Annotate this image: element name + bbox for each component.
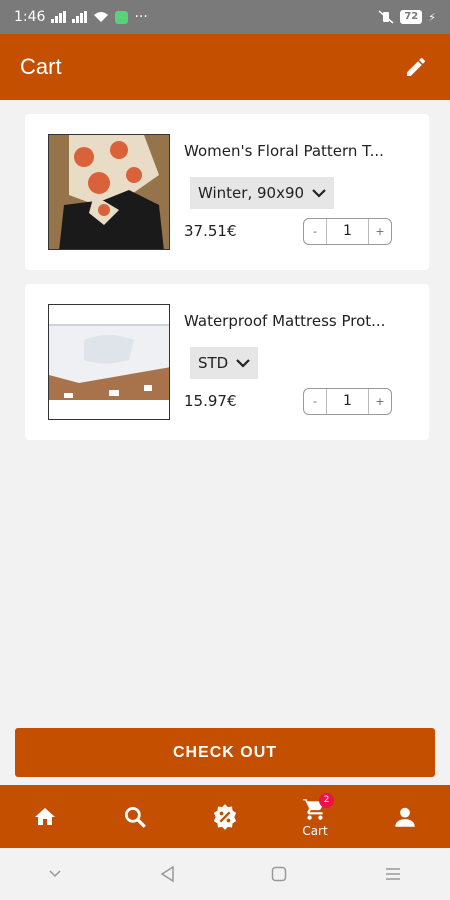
quantity-stepper: - 1 + <box>303 218 392 245</box>
back-icon[interactable] <box>159 865 175 883</box>
system-nav-bar <box>0 848 450 900</box>
wifi-icon <box>94 12 109 22</box>
variant-selector[interactable]: STD <box>190 347 259 379</box>
variant-label: Winter, 90x90 <box>198 184 305 202</box>
chevron-down-icon <box>236 359 251 368</box>
product-name[interactable]: Women's Floral Pattern T... <box>184 142 409 160</box>
product-price: 37.51€ <box>184 222 237 240</box>
decrease-quantity-button[interactable]: - <box>304 225 326 238</box>
nav-cart-label: Cart <box>302 823 328 838</box>
status-time: 1:46 <box>14 9 46 25</box>
product-image[interactable] <box>48 304 170 420</box>
checkout-button[interactable]: CHECK OUT <box>15 728 435 777</box>
nav-profile[interactable] <box>360 785 450 848</box>
pencil-icon <box>407 57 426 76</box>
cart-count-badge: 2 <box>319 793 334 808</box>
signal-icon <box>51 11 67 23</box>
app-bar: Cart <box>0 34 450 100</box>
charging-icon: ⚡ <box>428 10 436 24</box>
menu-lines-icon[interactable] <box>384 867 402 881</box>
increase-quantity-button[interactable]: + <box>369 395 391 408</box>
home-square-icon[interactable] <box>271 866 287 882</box>
product-name[interactable]: Waterproof Mattress Prot... <box>184 312 409 330</box>
chevron-down-icon[interactable] <box>48 869 62 879</box>
chevron-down-icon <box>312 189 326 198</box>
notification-app-icon <box>115 10 129 24</box>
signal-2-icon <box>72 11 88 23</box>
quantity-stepper: - 1 + <box>303 388 392 415</box>
edit-button[interactable] <box>402 53 430 81</box>
nav-home[interactable] <box>0 785 90 848</box>
quantity-value[interactable]: 1 <box>326 219 369 244</box>
status-bar: 1:46 ··· 72 ⚡ <box>0 0 450 34</box>
nav-discounts[interactable] <box>180 785 270 848</box>
page-title: Cart <box>20 54 62 79</box>
vibrate-mute-icon <box>378 10 394 24</box>
product-price: 15.97€ <box>184 392 237 410</box>
more-notifications-icon: ··· <box>134 9 148 25</box>
decrease-quantity-button[interactable]: - <box>304 395 326 408</box>
product-image[interactable] <box>48 134 170 250</box>
cart-item[interactable]: Women's Floral Pattern T... Winter, 90x9… <box>25 114 429 270</box>
user-icon <box>395 807 415 827</box>
cart-item[interactable]: Waterproof Mattress Prot... STD 15.97€ -… <box>25 284 429 440</box>
battery-icon: 72 <box>400 10 423 24</box>
increase-quantity-button[interactable]: + <box>369 225 391 238</box>
variant-selector[interactable]: Winter, 90x90 <box>190 177 335 209</box>
quantity-value[interactable]: 1 <box>326 389 369 414</box>
home-icon <box>35 807 55 825</box>
nav-cart[interactable]: 2 Cart <box>270 785 360 848</box>
nav-search[interactable] <box>90 785 180 848</box>
search-icon <box>124 806 146 828</box>
discount-badge-icon <box>213 803 237 830</box>
bottom-nav: 2 Cart <box>0 785 450 848</box>
variant-label: STD <box>198 354 229 372</box>
